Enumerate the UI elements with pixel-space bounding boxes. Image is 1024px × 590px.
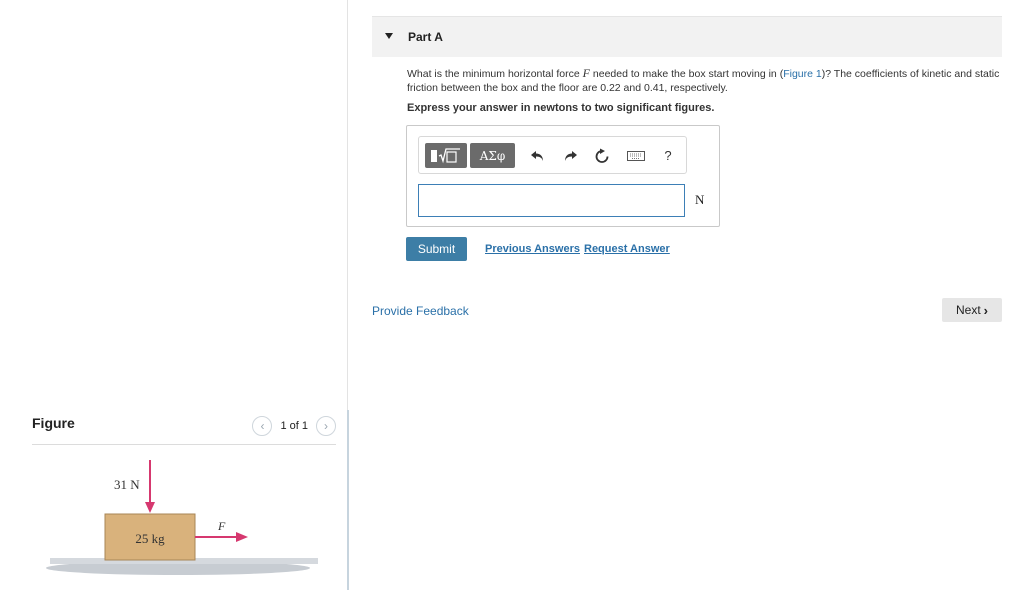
next-figure-button[interactable]: › <box>316 416 336 436</box>
chevron-right-icon: › <box>983 302 989 318</box>
templates-icon <box>431 148 460 164</box>
normal-force-label: 31 N <box>114 477 140 492</box>
collapse-caret-icon[interactable] <box>385 33 393 39</box>
applied-force-arrowhead <box>236 532 248 542</box>
unit-label: N <box>695 192 705 207</box>
reset-icon[interactable] <box>591 143 613 168</box>
request-answer-link[interactable]: Request Answer <box>584 243 670 255</box>
answer-input[interactable] <box>418 184 685 217</box>
previous-figure-button[interactable]: ‹ <box>252 416 273 436</box>
applied-force-label: F <box>217 519 226 533</box>
provide-feedback-link[interactable]: Provide Feedback <box>372 304 469 318</box>
previous-answers-link[interactable]: Previous Answers <box>485 243 580 255</box>
normal-force-arrowhead <box>145 502 155 513</box>
chevron-right-icon: › <box>324 419 328 433</box>
figure-link[interactable]: Figure 1 <box>783 68 822 80</box>
help-icon[interactable]: ? <box>657 143 679 168</box>
redo-icon[interactable] <box>559 143 581 168</box>
answer-instruction: Express your answer in newtons to two si… <box>407 102 715 114</box>
templates-button[interactable] <box>425 143 467 168</box>
undo-icon[interactable] <box>527 143 549 168</box>
figure-page-indicator: 1 of 1 <box>280 420 308 432</box>
math-toolbar: ΑΣφ ? <box>418 136 687 174</box>
question-text: What is the minimum horizontal force F n… <box>407 66 1007 95</box>
force-variable: F <box>582 66 590 80</box>
submit-button[interactable]: Submit <box>406 237 467 261</box>
question-text-mid: needed to make the box start moving in ( <box>590 68 784 80</box>
answer-area: ΑΣφ ? N <box>406 125 720 227</box>
part-header[interactable]: Part A <box>372 16 1002 57</box>
figure-pane: Figure ‹ 1 of 1 › 25 kg 31 N F <box>0 0 348 590</box>
greek-symbols-button[interactable]: ΑΣφ <box>470 143 515 168</box>
figure-title: Figure <box>32 415 75 431</box>
question-text-start: What is the minimum horizontal force <box>407 68 583 80</box>
figure-pager: ‹ 1 of 1 › <box>252 416 336 436</box>
box-on-floor-diagram: 25 kg 31 N F <box>46 460 318 575</box>
next-button[interactable]: Next › <box>942 298 1002 322</box>
figure-header: Figure ‹ 1 of 1 › <box>32 414 336 445</box>
box-mass-label: 25 kg <box>135 531 165 546</box>
part-title: Part A <box>408 30 443 44</box>
keyboard-icon[interactable] <box>623 143 649 168</box>
next-button-label: Next <box>955 303 981 317</box>
pane-divider-accent <box>347 410 349 590</box>
chevron-left-icon: ‹ <box>260 419 265 433</box>
